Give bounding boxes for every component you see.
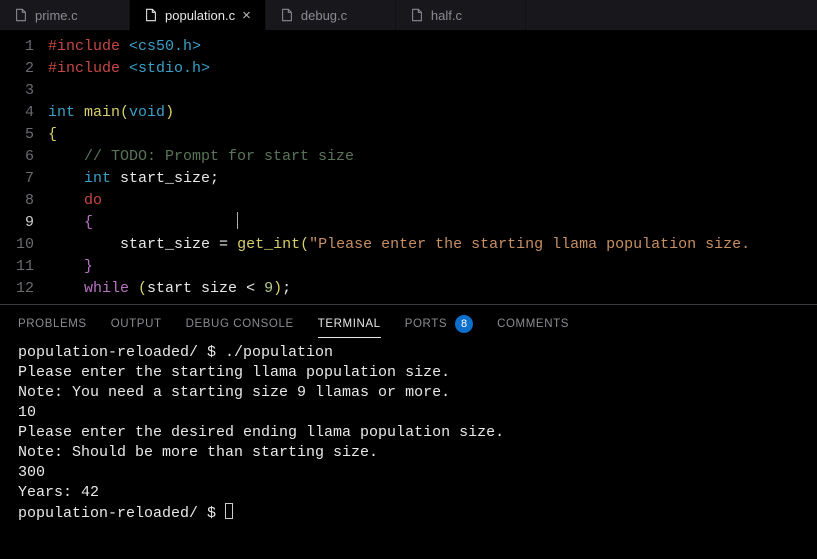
bottom-panel: PROBLEMS OUTPUT DEBUG CONSOLE TERMINAL P… — [0, 304, 817, 526]
terminal-cursor — [225, 503, 233, 519]
code-line[interactable]: 10 start_size = get_int("Please enter th… — [0, 234, 817, 256]
panel-tab-terminal[interactable]: TERMINAL — [318, 315, 381, 338]
text-cursor — [237, 212, 238, 229]
terminal-line: population-reloaded/ $ ./population — [18, 343, 799, 363]
line-number: 1 — [0, 36, 48, 58]
code-content: { — [48, 212, 817, 234]
line-number: 8 — [0, 190, 48, 212]
code-content: } — [48, 256, 817, 278]
code-line[interactable]: 11 } — [0, 256, 817, 278]
file-icon — [410, 8, 424, 22]
panel-tab-comments[interactable]: COMMENTS — [497, 315, 569, 333]
terminal-line: Please enter the desired ending llama po… — [18, 423, 799, 443]
line-number: 3 — [0, 80, 48, 102]
code-content: start_size = get_int("Please enter the s… — [48, 234, 817, 256]
code-content: int start_size; — [48, 168, 817, 190]
panel-tab-ports[interactable]: PORTS 8 — [405, 315, 473, 333]
panel-tab-problems[interactable]: PROBLEMS — [18, 315, 87, 333]
code-line[interactable]: 3 — [0, 80, 817, 102]
line-number: 2 — [0, 58, 48, 80]
code-content: while (start size < 9); — [48, 278, 817, 300]
line-number: 7 — [0, 168, 48, 190]
code-content: #include <stdio.h> — [48, 58, 817, 80]
line-number: 9 — [0, 212, 48, 234]
line-number: 5 — [0, 124, 48, 146]
line-number: 6 — [0, 146, 48, 168]
terminal-line: Note: You need a starting size 9 llamas … — [18, 383, 799, 403]
tab-debug[interactable]: debug.c — [266, 0, 396, 30]
line-number: 11 — [0, 256, 48, 278]
line-number: 4 — [0, 102, 48, 124]
terminal-line: Years: 42 — [18, 483, 799, 503]
file-icon — [14, 8, 28, 22]
tab-label: prime.c — [35, 8, 78, 23]
editor-tabbar: prime.c population.c × debug.c half.c — [0, 0, 817, 30]
code-line[interactable]: 6 // TODO: Prompt for start size — [0, 146, 817, 168]
tab-label: debug.c — [301, 8, 347, 23]
terminal-line: Note: Should be more than starting size. — [18, 443, 799, 463]
terminal-output[interactable]: population-reloaded/ $ ./populationPleas… — [0, 341, 817, 526]
code-content — [48, 80, 817, 102]
terminal-line: 10 — [18, 403, 799, 423]
file-icon — [280, 8, 294, 22]
code-line[interactable]: 1#include <cs50.h> — [0, 36, 817, 58]
code-content: #include <cs50.h> — [48, 36, 817, 58]
code-line[interactable]: 12 while (start size < 9); — [0, 278, 817, 300]
panel-tab-output[interactable]: OUTPUT — [111, 315, 162, 333]
code-content: do — [48, 190, 817, 212]
tab-prime[interactable]: prime.c — [0, 0, 130, 30]
tab-population[interactable]: population.c × — [130, 0, 266, 30]
tab-label: population.c — [165, 8, 235, 23]
ports-badge: 8 — [455, 315, 473, 333]
panel-tab-debug-console[interactable]: DEBUG CONSOLE — [186, 315, 294, 333]
code-content: { — [48, 124, 817, 146]
code-line[interactable]: 9 { — [0, 212, 817, 234]
code-content: int main(void) — [48, 102, 817, 124]
code-editor[interactable]: 1#include <cs50.h>2#include <stdio.h>34i… — [0, 30, 817, 300]
terminal-line: population-reloaded/ $ — [18, 503, 799, 524]
line-number: 12 — [0, 278, 48, 300]
panel-tabbar: PROBLEMS OUTPUT DEBUG CONSOLE TERMINAL P… — [0, 305, 817, 341]
terminal-line: Please enter the starting llama populati… — [18, 363, 799, 383]
tab-label: half.c — [431, 8, 462, 23]
code-line[interactable]: 2#include <stdio.h> — [0, 58, 817, 80]
code-line[interactable]: 5{ — [0, 124, 817, 146]
panel-tab-label: PORTS — [405, 318, 447, 330]
close-icon[interactable]: × — [242, 8, 251, 23]
code-content: // TODO: Prompt for start size — [48, 146, 817, 168]
file-icon — [144, 8, 158, 22]
line-number: 10 — [0, 234, 48, 256]
code-line[interactable]: 7 int start_size; — [0, 168, 817, 190]
terminal-line: 300 — [18, 463, 799, 483]
tab-half[interactable]: half.c — [396, 0, 526, 30]
code-line[interactable]: 8 do — [0, 190, 817, 212]
code-line[interactable]: 4int main(void) — [0, 102, 817, 124]
